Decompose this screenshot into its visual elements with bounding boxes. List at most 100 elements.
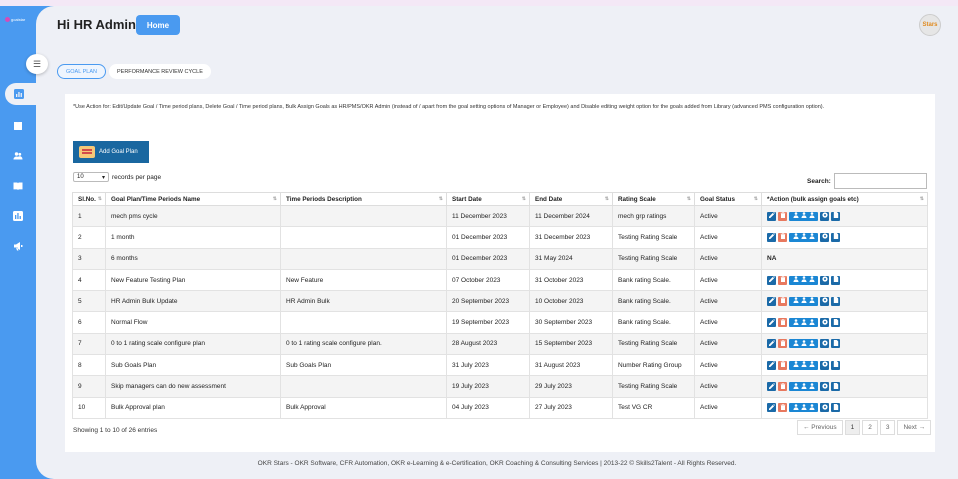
user-assign-icon — [801, 212, 807, 220]
cell-action — [761, 204, 928, 228]
table-row: 6 Normal Flow 19 September 2023 30 Septembe… — [72, 311, 928, 334]
cell-action — [761, 354, 928, 377]
table-row: 70 to 1 rating scale configure plan 0 to … — [72, 332, 928, 356]
sidebar-item-library[interactable] — [12, 120, 24, 132]
records-per-page-select[interactable]: 10 ▾ — [73, 172, 109, 182]
sidebar-item-courses[interactable] — [12, 180, 24, 192]
settings-button[interactable] — [820, 382, 829, 392]
tab-goal-plan[interactable]: GOAL PLAN — [57, 64, 106, 79]
settings-button[interactable] — [820, 403, 829, 413]
cell-description — [280, 375, 447, 398]
col-sl-no[interactable]: Sl.No. ⇅ — [72, 192, 106, 206]
bulk-assign-button[interactable] — [789, 360, 818, 370]
delete-button[interactable] — [778, 318, 787, 328]
user-assign-icon — [793, 212, 799, 220]
col-rating-scale[interactable]: Rating Scale ⇅ — [612, 192, 695, 206]
settings-button[interactable] — [820, 360, 829, 370]
home-button[interactable]: Home — [136, 15, 180, 35]
document-icon — [833, 382, 839, 391]
next-page-button[interactable]: Next → — [897, 420, 932, 435]
settings-button[interactable] — [820, 232, 829, 242]
cell-name: HR Admin Bulk Update — [105, 290, 281, 313]
tab-performance-review-cycle[interactable]: PERFORMANCE REVIEW CYCLE — [108, 64, 211, 79]
delete-button[interactable] — [778, 296, 787, 306]
bulk-assign-button[interactable] — [789, 382, 818, 392]
user-assign-icon — [809, 212, 815, 220]
delete-button[interactable] — [778, 211, 787, 221]
col-goal-status[interactable]: Goal Status ⇅ — [694, 192, 762, 206]
edit-button[interactable] — [767, 382, 776, 392]
cell-name: 6 months — [105, 247, 281, 270]
sidebar-item-users[interactable] — [12, 150, 24, 162]
delete-button[interactable] — [778, 360, 787, 370]
delete-button[interactable] — [778, 403, 787, 413]
cell-end-date: 31 October 2023 — [529, 268, 613, 292]
bulk-assign-button[interactable] — [789, 275, 818, 285]
col-action[interactable]: *Action (bulk assign goals etc) ⇅ — [761, 192, 928, 206]
settings-button[interactable] — [820, 339, 829, 349]
cell-goal-status: Active — [694, 290, 762, 313]
document-button[interactable] — [831, 403, 840, 413]
cell-sl-no: 4 — [72, 268, 106, 292]
action-buttons — [767, 275, 922, 285]
cell-goal-status: Active — [694, 268, 762, 292]
col-end-date[interactable]: End Date ⇅ — [529, 192, 613, 206]
bulk-assign-button[interactable] — [789, 339, 818, 349]
document-button[interactable] — [831, 360, 840, 370]
bulk-assign-button[interactable] — [789, 232, 818, 242]
settings-button[interactable] — [820, 318, 829, 328]
edit-button[interactable] — [767, 296, 776, 306]
page-2-button[interactable]: 2 — [862, 420, 878, 435]
edit-button[interactable] — [767, 211, 776, 221]
delete-button[interactable] — [778, 275, 787, 285]
delete-button[interactable] — [778, 232, 787, 242]
table-row: 4 New Feature Testing Plan New Feature 07 O… — [72, 268, 928, 292]
pencil-icon — [768, 339, 775, 348]
col-description[interactable]: Time Periods Description ⇅ — [280, 192, 447, 206]
document-button[interactable] — [831, 318, 840, 328]
col-start-date[interactable]: Start Date ⇅ — [446, 192, 530, 206]
document-button[interactable] — [831, 232, 840, 242]
bulk-assign-button[interactable] — [789, 318, 818, 328]
edit-button[interactable] — [767, 232, 776, 242]
document-button[interactable] — [831, 382, 840, 392]
bulk-assign-button[interactable] — [789, 211, 818, 221]
cell-end-date: 15 September 2023 — [529, 332, 613, 356]
sidebar-item-announcements[interactable] — [12, 240, 24, 252]
sidebar-toggle-button[interactable]: ☰ — [26, 54, 48, 74]
edit-button[interactable] — [767, 318, 776, 328]
records-per-page: 10 ▾ records per page — [73, 172, 161, 182]
cell-description: Sub Goals Plan — [280, 354, 447, 377]
settings-button[interactable] — [820, 275, 829, 285]
edit-button[interactable] — [767, 275, 776, 285]
edit-button[interactable] — [767, 360, 776, 370]
document-button[interactable] — [831, 296, 840, 306]
document-button[interactable] — [831, 211, 840, 221]
edit-button[interactable] — [767, 339, 776, 349]
cell-name: Bulk Approval plan — [105, 396, 281, 419]
search-input[interactable] — [833, 173, 927, 189]
table-header-row: Sl.No. ⇅ Goal Plan/Time Periods Name ⇅ Tim… — [72, 192, 928, 206]
page-1-button[interactable]: 1 — [844, 420, 861, 435]
sidebar-item-goals[interactable] — [5, 83, 36, 105]
document-icon — [833, 318, 839, 327]
sidebar-item-reports[interactable] — [12, 210, 24, 222]
col-name[interactable]: Goal Plan/Time Periods Name ⇅ — [105, 192, 281, 206]
pencil-icon — [768, 403, 775, 412]
user-assign-icon — [793, 276, 799, 284]
document-button[interactable] — [831, 275, 840, 285]
app-logo[interactable]: goalstar — [5, 17, 25, 22]
settings-button[interactable] — [820, 211, 829, 221]
cell-sl-no: 10 — [72, 396, 106, 419]
document-button[interactable] — [831, 339, 840, 349]
delete-button[interactable] — [778, 339, 787, 349]
avatar[interactable]: Stars — [919, 14, 941, 36]
settings-button[interactable] — [820, 296, 829, 306]
page-3-button[interactable]: 3 — [879, 420, 896, 435]
bulk-assign-button[interactable] — [789, 403, 818, 413]
edit-button[interactable] — [767, 403, 776, 413]
delete-button[interactable] — [778, 382, 787, 392]
add-goal-plan-button[interactable]: Add Goal Plan — [73, 141, 149, 163]
previous-page-button[interactable]: ← Previous — [797, 420, 843, 435]
bulk-assign-button[interactable] — [789, 296, 818, 306]
